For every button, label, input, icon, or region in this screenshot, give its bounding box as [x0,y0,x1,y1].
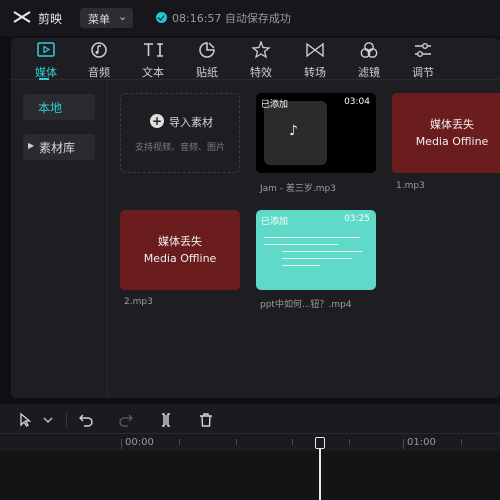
ruler-tick [236,439,237,445]
app-name: 剪映 [38,12,63,26]
tab-sticker-label: 贴纸 [196,66,218,79]
ruler-label-mid: 01:00 [407,437,436,448]
undo-button[interactable] [78,412,94,428]
video-thumb-text-line [282,251,362,252]
menu-button[interactable]: 菜单 ⌄ [80,8,133,28]
filter-icon [359,41,379,59]
ruler-tick [121,439,122,449]
media-item-name: 2.mp3 [124,297,153,307]
sidebar-item-library-label: 素材库 [39,141,76,155]
ruler-tick [179,439,180,445]
ruler-tick [403,439,404,449]
effects-icon [251,40,271,59]
ruler-tick [461,439,462,445]
redo-icon [119,414,133,427]
music-note-icon: ♪ [289,123,298,139]
feature-toolbar: 媒体 音频 文本 贴纸 特效 转场 滤镜 调节 [11,38,500,80]
offline-subtitle: Media Offline [143,252,217,265]
tab-text[interactable]: 文本 [128,38,178,80]
tab-audio-label: 音频 [88,66,110,79]
redo-button[interactable] [118,412,134,428]
delete-button[interactable] [198,412,214,428]
tab-audio[interactable]: 音频 [74,38,124,80]
tab-text-label: 文本 [142,66,164,79]
chevron-down-icon [43,417,53,423]
sidebar-item-library[interactable]: ▶ 素材库 [23,134,95,160]
time-ruler[interactable]: 00:00 01:00 [0,435,500,451]
video-thumb-text-line [282,265,320,266]
sidebar-item-local[interactable]: 本地 [23,94,95,120]
media-item-audio[interactable]: ♪ 已添加 03:04 [256,93,376,173]
title-bar: 剪映 菜单 ⌄ 08:16:57 自动保存成功 [0,0,500,36]
split-button[interactable] [158,412,174,428]
audio-icon [89,41,109,59]
tab-effects-label: 特效 [250,66,272,79]
media-sidebar: 本地 ▶ 素材库 [11,80,108,398]
offline-title: 媒体丢失 [430,118,474,131]
select-mode-dropdown[interactable] [42,412,58,428]
media-panel: 媒体 音频 文本 贴纸 特效 转场 滤镜 调节 本地 ▶ 素材库 + 导入素材 … [11,38,500,398]
sticker-icon [197,41,217,59]
tab-transition-label: 转场 [304,66,326,79]
timeline-panel: 00:00 01:00 [0,404,500,500]
audio-thumbnail: ♪ [264,101,327,165]
autosave-text: 08:16:57 自动保存成功 [172,12,291,25]
media-item-offline[interactable]: 媒体丢失 Media Offline [120,210,240,290]
adjust-icon [413,41,433,59]
video-thumb-text-line [282,258,352,259]
tab-adjust-label: 调节 [412,66,434,79]
media-item-offline[interactable]: 媒体丢失 Media Offline [392,93,500,173]
transition-icon [305,41,325,59]
duration-label: 03:25 [344,214,370,224]
chevron-down-icon: ⌄ [118,10,128,23]
media-icon [36,41,56,59]
added-badge: 已添加 [261,217,289,227]
import-hint: 支持视频、音频、图片 [134,143,225,153]
menu-label: 菜单 [88,13,110,26]
media-item-name: Jam - 差三岁.mp3 [260,184,336,194]
sidebar-item-local-label: 本地 [38,101,63,115]
duration-label: 03:04 [344,97,370,107]
timeline-toolbar [0,404,500,434]
added-badge: 已添加 [261,100,289,110]
media-item-video[interactable]: 已添加 03:25 [256,210,376,290]
plus-icon: + [150,114,164,128]
tab-sticker[interactable]: 贴纸 [182,38,232,80]
media-item-name: 1.mp3 [396,181,425,191]
caret-right-icon: ▶ [28,141,35,150]
media-item-name: ppt中如何...钮？.mp4 [260,300,352,310]
import-title: 导入素材 [169,116,213,129]
track-area[interactable] [0,451,500,500]
text-icon [143,41,163,59]
ruler-tick [292,439,293,445]
undo-icon [79,414,93,427]
capcut-logo-icon [13,11,31,23]
tab-adjust[interactable]: 调节 [398,38,448,80]
app-logo: 剪映 [12,8,70,28]
trash-icon [200,413,212,427]
video-thumb-text-line [264,237,360,238]
import-media-button[interactable]: + 导入素材 支持视频、音频、图片 [120,93,240,173]
select-tool-button[interactable] [18,412,34,428]
toolbar-divider [66,413,67,427]
check-circle-icon [156,12,167,23]
ruler-label-start: 00:00 [125,437,154,448]
tab-effects[interactable]: 特效 [236,38,286,80]
split-icon [162,413,170,427]
offline-subtitle: Media Offline [415,135,489,148]
tab-transition[interactable]: 转场 [290,38,340,80]
video-thumb-text-line [264,244,338,245]
pointer-icon [20,412,32,427]
ruler-tick [349,439,350,445]
offline-title: 媒体丢失 [158,235,202,248]
playhead-handle[interactable] [315,437,325,449]
tab-media[interactable]: 媒体 [21,38,71,80]
tab-filter[interactable]: 滤镜 [344,38,394,80]
tab-filter-label: 滤镜 [358,66,380,79]
